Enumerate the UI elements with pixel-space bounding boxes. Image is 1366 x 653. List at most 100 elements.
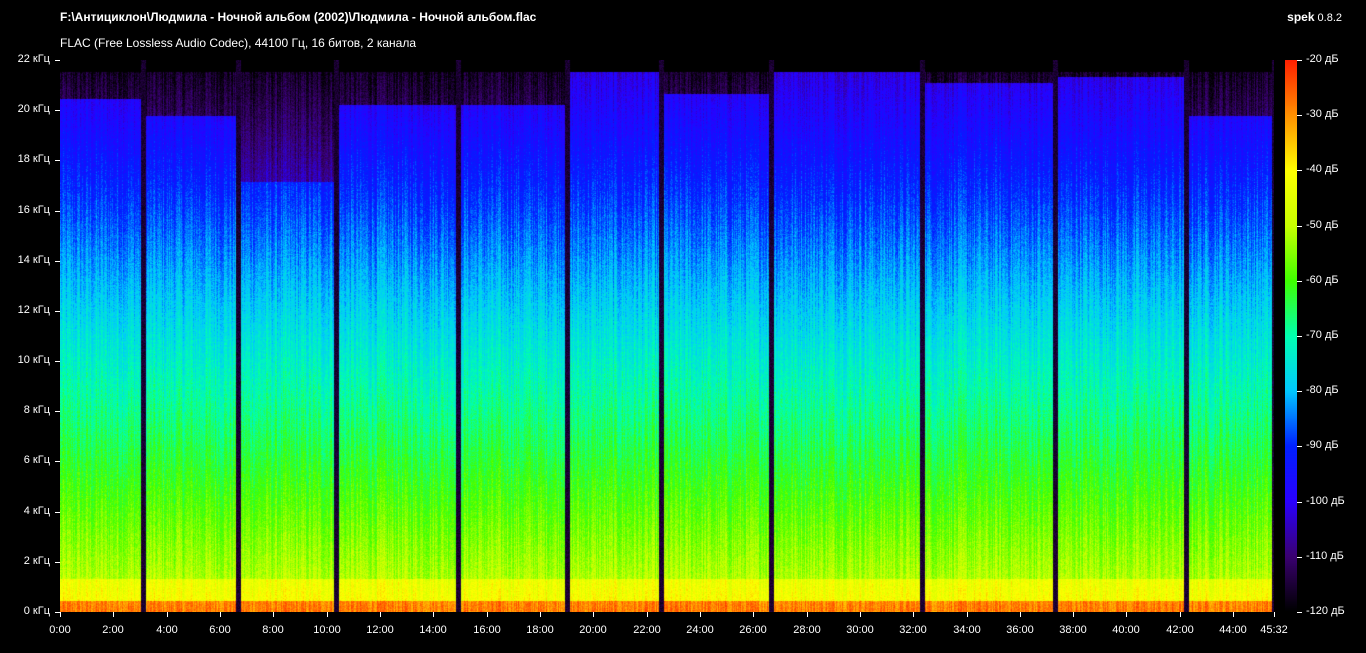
- color-scale-tick: [1297, 226, 1302, 227]
- x-axis-tick: [540, 612, 541, 617]
- color-scale-tick: [1297, 391, 1302, 392]
- x-axis-label: 30:00: [846, 624, 874, 636]
- x-axis-tick: [273, 612, 274, 617]
- x-axis-tick: [700, 612, 701, 617]
- x-axis-tick: [647, 612, 648, 617]
- x-axis-tick: [433, 612, 434, 617]
- file-title: F:\Антициклон\Людмила - Ночной альбом (2…: [60, 10, 537, 24]
- x-axis-tick: [807, 612, 808, 617]
- y-axis-tick: [55, 311, 60, 312]
- x-axis-label: 14:00: [419, 624, 447, 636]
- app-name: spek: [1287, 10, 1315, 24]
- spectrogram: [60, 60, 1274, 612]
- x-axis-label: 42:00: [1166, 624, 1194, 636]
- y-axis-label: 6 кГц: [23, 454, 50, 466]
- color-scale-label: -60 дБ: [1306, 274, 1339, 286]
- color-scale-label: -20 дБ: [1306, 53, 1339, 65]
- file-info: FLAC (Free Lossless Audio Codec), 44100 …: [60, 36, 416, 50]
- x-axis-tick: [220, 612, 221, 617]
- x-axis-label: 0:00: [49, 624, 71, 636]
- color-scale-tick: [1297, 60, 1302, 61]
- x-axis-label: 18:00: [526, 624, 554, 636]
- y-axis-tick: [55, 461, 60, 462]
- y-axis-tick: [55, 261, 60, 262]
- x-axis-tick: [1126, 612, 1127, 617]
- color-scale-label: -80 дБ: [1306, 384, 1339, 396]
- color-scale-tick: [1297, 115, 1302, 116]
- x-axis-label: 6:00: [209, 624, 231, 636]
- color-scale-tick: [1297, 281, 1302, 282]
- x-axis-label: 40:00: [1112, 624, 1140, 636]
- x-axis-tick: [753, 612, 754, 617]
- y-axis-label: 0 кГц: [23, 605, 50, 617]
- x-axis-label: 45:32: [1260, 624, 1288, 636]
- color-scale-label: -90 дБ: [1306, 439, 1339, 451]
- color-scale-bar: [1285, 60, 1297, 612]
- y-axis-tick: [55, 60, 60, 61]
- x-axis-label: 4:00: [156, 624, 178, 636]
- y-axis-tick: [55, 160, 60, 161]
- x-axis-label: 38:00: [1059, 624, 1087, 636]
- x-axis-tick: [967, 612, 968, 617]
- y-axis-label: 10 кГц: [17, 354, 50, 366]
- x-axis-tick: [487, 612, 488, 617]
- app-brand: spek 0.8.2: [1287, 10, 1342, 24]
- x-axis-tick: [593, 612, 594, 617]
- y-axis-label: 16 кГц: [17, 204, 50, 216]
- x-axis-tick: [1020, 612, 1021, 617]
- app-version: 0.8.2: [1317, 12, 1342, 24]
- y-axis-tick: [55, 211, 60, 212]
- x-axis-tick: [60, 612, 61, 617]
- x-axis-label: 32:00: [899, 624, 927, 636]
- x-axis-label: 44:00: [1219, 624, 1247, 636]
- x-axis-label: 22:00: [633, 624, 661, 636]
- y-axis-label: 22 кГц: [17, 53, 50, 65]
- color-scale-tick: [1297, 612, 1302, 613]
- x-axis-tick: [1073, 612, 1074, 617]
- y-axis-label: 14 кГц: [17, 254, 50, 266]
- y-axis-tick: [55, 562, 60, 563]
- color-scale-tick: [1297, 502, 1302, 503]
- y-axis-label: 20 кГц: [17, 103, 50, 115]
- x-axis-label: 10:00: [313, 624, 341, 636]
- y-axis-label: 12 кГц: [17, 304, 50, 316]
- x-axis-tick: [327, 612, 328, 617]
- color-scale-label: -30 дБ: [1306, 108, 1339, 120]
- y-axis-tick: [55, 512, 60, 513]
- color-scale-label: -70 дБ: [1306, 329, 1339, 341]
- x-axis-tick: [167, 612, 168, 617]
- y-axis-label: 18 кГц: [17, 153, 50, 165]
- x-axis-tick: [913, 612, 914, 617]
- x-axis-tick: [1180, 612, 1181, 617]
- x-axis-label: 8:00: [262, 624, 284, 636]
- x-axis-label: 16:00: [473, 624, 501, 636]
- x-axis-label: 36:00: [1006, 624, 1034, 636]
- y-axis-label: 8 кГц: [23, 404, 50, 416]
- y-axis-label: 2 кГц: [23, 555, 50, 567]
- color-scale-tick: [1297, 170, 1302, 171]
- color-scale-tick: [1297, 336, 1302, 337]
- x-axis-tick: [860, 612, 861, 617]
- x-axis-label: 26:00: [739, 624, 767, 636]
- x-axis-tick: [380, 612, 381, 617]
- color-scale-label: -100 дБ: [1306, 495, 1345, 507]
- x-axis-label: 12:00: [366, 624, 394, 636]
- x-axis-label: 20:00: [579, 624, 607, 636]
- y-axis-tick: [55, 110, 60, 111]
- color-scale-label: -40 дБ: [1306, 163, 1339, 175]
- x-axis-tick: [1274, 612, 1275, 617]
- x-axis-label: 24:00: [686, 624, 714, 636]
- y-axis-tick: [55, 411, 60, 412]
- color-scale-label: -50 дБ: [1306, 219, 1339, 231]
- x-axis-label: 34:00: [953, 624, 981, 636]
- color-scale-label: -120 дБ: [1306, 605, 1345, 617]
- x-axis-tick: [1233, 612, 1234, 617]
- y-axis-tick: [55, 361, 60, 362]
- color-scale-label: -110 дБ: [1306, 550, 1344, 562]
- x-axis-tick: [113, 612, 114, 617]
- color-scale-tick: [1297, 557, 1302, 558]
- x-axis-label: 28:00: [793, 624, 821, 636]
- color-scale-tick: [1297, 446, 1302, 447]
- y-axis-label: 4 кГц: [23, 505, 50, 517]
- x-axis-label: 2:00: [102, 624, 124, 636]
